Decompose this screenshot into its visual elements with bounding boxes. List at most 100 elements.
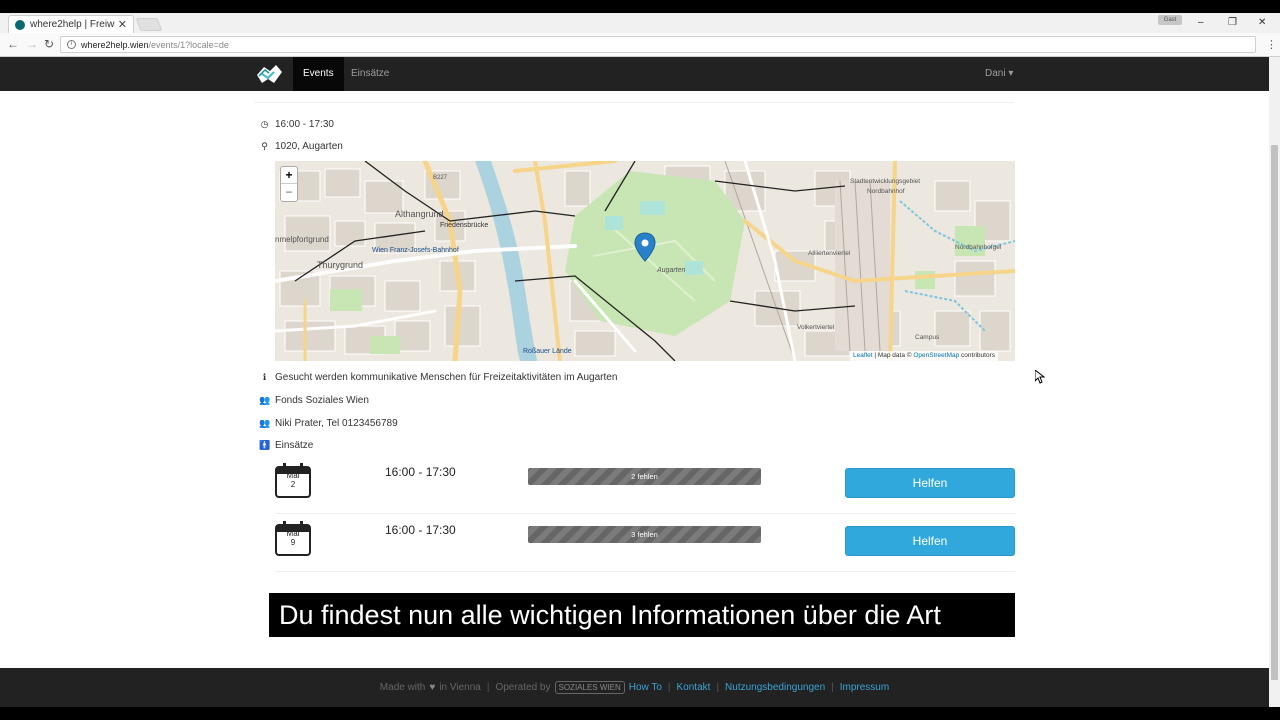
shift-status-bar: 2 fehlen [528, 468, 761, 485]
mouse-cursor-icon [1035, 370, 1045, 384]
helfen-button[interactable]: Helfen [845, 526, 1015, 556]
new-tab-button[interactable] [135, 18, 163, 31]
map-label-volkert: Volkertviertel [797, 324, 835, 331]
event-contact-row: 👥 Niki Prater, Tel 0123456789 [259, 416, 398, 430]
url-path: /events/1?locale=de [148, 39, 229, 50]
shift-row: Mai 2 16:00 - 17:30 2 fehlen Helfen [275, 458, 1015, 514]
map-label-himmelpfortgrund: nmelpfortgrund [275, 235, 329, 244]
footer-impressum-link[interactable]: Impressum [840, 682, 889, 693]
nav-einsaetze-link[interactable]: Einsätze [351, 57, 389, 91]
map-label-fjb: Wien Franz-Josefs-Bahnhof [372, 247, 459, 254]
footer-operated-by: Operated by [495, 682, 551, 693]
info-icon: ℹ [262, 371, 267, 382]
reload-icon[interactable]: ↻ [44, 37, 54, 51]
user-menu-dropdown[interactable]: Dani ▾ [985, 57, 1013, 91]
os-bottom-bar [0, 707, 1280, 720]
footer-in-vienna: in Vienna [439, 682, 481, 693]
footer-separator: | [716, 682, 720, 693]
map-attribution: Leaflet | Map data © OpenStreetMap contr… [850, 351, 999, 361]
where2help-logo-icon[interactable] [254, 61, 284, 87]
event-organization-row: 👥 Fonds Soziales Wien [259, 393, 369, 407]
attribution-text: | Map data © [872, 352, 914, 359]
footer-how-to-link[interactable]: How To [629, 682, 662, 693]
clock-icon: ◷ [260, 118, 269, 129]
shift-month: Mai [286, 471, 300, 480]
footer-separator: | [667, 682, 671, 693]
event-time: 16:00 - 17:30 [275, 118, 334, 130]
users-icon: 👥 [259, 394, 271, 405]
event-location-row: ⚲ 1020, Augarten [259, 139, 343, 153]
map-label-thurygrund: Thurygrund [317, 260, 363, 270]
forward-arrow-icon[interactable]: → [26, 37, 38, 51]
map-label-allierten: Alliiertenviertel [808, 250, 851, 257]
attribution-end: contributors [959, 352, 996, 359]
site-navbar: Events Einsätze Dani ▾ [0, 57, 1269, 91]
map-label-stadtentw: Stadtentwicklungsgebiet [850, 178, 920, 185]
footer-made-with: Made with [379, 682, 426, 693]
address-bar: ← → ↻ i where2help.wien /events/1?locale… [0, 33, 1280, 57]
fsw-logo[interactable]: SOZIALES WIEN [554, 681, 625, 694]
page-viewport: Events Einsätze Dani ▾ ◷ 16:00 - 17:30 ⚲… [0, 57, 1280, 707]
url-host: where2help.wien [81, 39, 149, 50]
helfen-button[interactable]: Helfen [845, 468, 1015, 498]
browser-tab[interactable]: where2help | Freiwillig fü ✕ [8, 15, 134, 33]
event-map[interactable]: Althangrund Friedensbrücke Wien Franz-Jo… [275, 161, 1015, 361]
map-label-b227: B227 [433, 175, 448, 181]
zoom-out-button[interactable]: − [281, 184, 297, 201]
footer-separator: | [831, 682, 834, 693]
nav-events-link[interactable]: Events [293, 57, 344, 91]
footer-kontakt-link[interactable]: Kontakt [677, 682, 711, 693]
map-label-althangrund: Althangrund [395, 209, 444, 219]
guest-profile-badge[interactable]: Gast [1158, 15, 1182, 25]
event-contact: Niki Prater, Tel 0123456789 [275, 417, 398, 429]
window-close-icon[interactable]: ✕ [1258, 17, 1266, 28]
shift-time: 16:00 - 17:30 [385, 465, 456, 479]
tab-title: where2help | Freiwillig fü [30, 19, 115, 30]
map-label-augarten: Augarten [656, 267, 686, 274]
shifts-heading: Einsätze [275, 439, 314, 451]
back-arrow-icon[interactable]: ← [7, 37, 19, 51]
map-marker-icon: ⚲ [261, 140, 268, 151]
shift-day: 2 [290, 480, 296, 489]
event-location: 1020, Augarten [275, 140, 343, 152]
map-tiles: Althangrund Friedensbrücke Wien Franz-Jo… [275, 161, 1015, 361]
osm-link[interactable]: OpenStreetMap [913, 352, 959, 359]
maximize-icon[interactable]: ❐ [1228, 17, 1237, 28]
map-label-rossauer: Roßauer Lände [523, 348, 572, 355]
map-label-nordbahnhof2: Nordbahnhof [867, 188, 905, 195]
video-subtitle: Du findest nun alle wichtigen Informatio… [269, 593, 1015, 637]
shift-time: 16:00 - 17:30 [385, 523, 456, 537]
shifts-heading-row: 🚹 Einsätze [259, 438, 313, 452]
heart-icon: ♥ [429, 682, 436, 693]
shift-row: Mai 9 16:00 - 17:30 3 fehlen Helfen [275, 516, 1015, 572]
browser-menu-icon[interactable]: ⋮ [1266, 38, 1277, 51]
event-organization: Fonds Soziales Wien [275, 394, 369, 406]
site-favicon-icon [15, 19, 25, 30]
map-label-campus: Campus [915, 334, 940, 341]
person-icon: 🚹 [259, 439, 271, 450]
os-top-bar [0, 0, 1280, 13]
page-scrollbar[interactable] [1269, 57, 1280, 707]
zoom-in-button[interactable]: + [281, 167, 297, 184]
divider [254, 102, 1014, 103]
shift-status-bar: 3 fehlen [528, 526, 761, 543]
users-icon: 👥 [259, 417, 271, 428]
tab-strip: where2help | Freiwillig fü ✕ Gast – ❐ ✕ [0, 13, 1280, 33]
url-input[interactable]: i where2help.wien /events/1?locale=de [60, 36, 1256, 53]
scrollbar-thumb[interactable] [1271, 145, 1278, 680]
map-zoom-control: + − [280, 166, 298, 202]
leaflet-link[interactable]: Leaflet [853, 352, 873, 359]
footer-separator: | [486, 682, 490, 693]
map-label-friedensbruecke: Friedensbrücke [440, 222, 488, 229]
event-description-row: ℹ Gesucht werden kommunikative Menschen … [259, 370, 618, 384]
shift-month: Mai [286, 529, 300, 538]
minimize-icon[interactable]: – [1198, 17, 1204, 28]
event-description: Gesucht werden kommunikative Menschen fü… [275, 371, 618, 383]
site-footer: Made with ♥ in Vienna | Operated by SOZI… [0, 668, 1269, 707]
footer-nutzung-link[interactable]: Nutzungsbedingungen [725, 682, 825, 693]
tab-close-icon[interactable]: ✕ [118, 18, 127, 31]
shift-day: 9 [290, 538, 296, 547]
event-time-row: ◷ 16:00 - 17:30 [259, 117, 334, 131]
site-info-icon[interactable]: i [67, 40, 76, 49]
map-label-nordbahnhof: Nordbahnhofgel [955, 244, 1002, 251]
